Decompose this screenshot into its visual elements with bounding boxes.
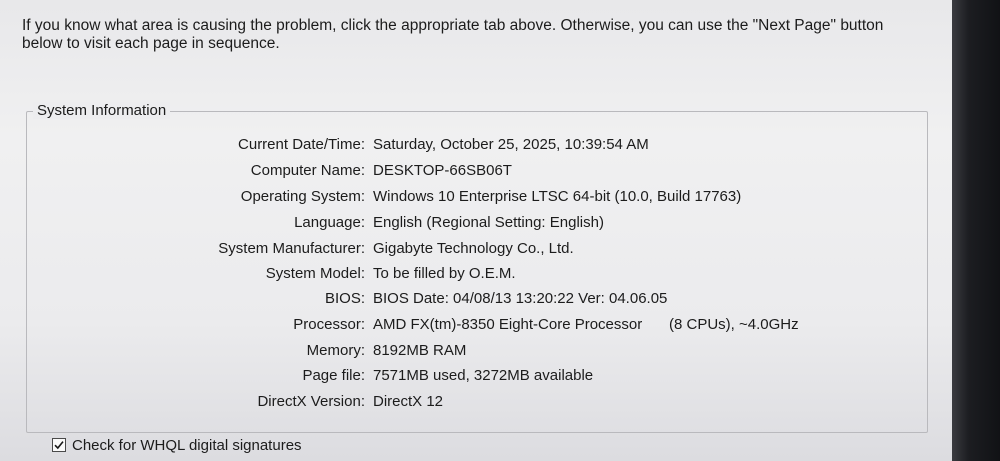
info-value: BIOS Date: 04/08/13 13:20:22 Ver: 04.06.… xyxy=(373,290,668,307)
info-label: System Model: xyxy=(265,265,365,282)
whql-checkbox[interactable] xyxy=(52,438,66,452)
info-value: AMD FX(tm)-8350 Eight-Core Processor xyxy=(373,316,643,333)
info-value: 8192MB RAM xyxy=(373,342,467,359)
dxdiag-system-tab: If you know what area is causing the pro… xyxy=(0,0,954,461)
info-value: Windows 10 Enterprise LTSC 64-bit (10.0,… xyxy=(373,188,742,205)
info-value: Saturday, October 25, 2025, 10:39:54 AM xyxy=(373,136,649,153)
checkmark-icon xyxy=(54,441,64,450)
info-label: BIOS: xyxy=(324,290,365,307)
info-value: 7571MB used, 3272MB available xyxy=(373,367,594,384)
screen-bezel xyxy=(952,0,1000,461)
info-label: DirectX Version: xyxy=(257,393,365,410)
info-value-extra: (8 CPUs), ~4.0GHz xyxy=(669,316,799,333)
info-value: DESKTOP-66SB06T xyxy=(373,162,512,179)
info-value: Gigabyte Technology Co., Ltd. xyxy=(373,240,574,257)
system-information-group: System Information Current Date/Time: Sa… xyxy=(26,102,928,433)
whql-label[interactable]: Check for WHQL digital signatures xyxy=(72,437,302,454)
info-value: DirectX 12 xyxy=(373,393,444,410)
info-label: Processor: xyxy=(293,316,365,333)
info-label: Computer Name: xyxy=(250,162,365,179)
info-label: System Manufacturer: xyxy=(218,240,365,257)
info-label: Language: xyxy=(294,214,365,231)
info-label: Operating System: xyxy=(240,188,365,205)
info-label: Memory: xyxy=(306,342,365,359)
info-value: To be filled by O.E.M. xyxy=(373,265,516,282)
info-label: Page file: xyxy=(302,367,365,384)
info-value: English (Regional Setting: English) xyxy=(373,214,604,231)
info-label: Current Date/Time: xyxy=(238,136,365,153)
group-title: System Information xyxy=(33,102,171,119)
intro-text: If you know what area is causing the pro… xyxy=(22,17,884,52)
